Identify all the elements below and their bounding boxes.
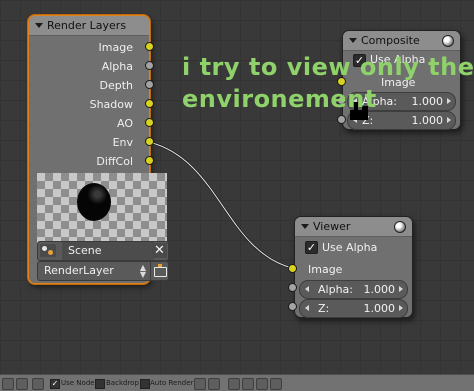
- increment-arrow-icon[interactable]: [399, 286, 403, 292]
- output-label-alpha: Alpha: [101, 60, 133, 73]
- socket-viewer-z-input[interactable]: [288, 302, 297, 311]
- socket-diffcol-output[interactable]: [145, 156, 154, 165]
- render-layers-node[interactable]: Render Layers Image Alpha Depth Shadow A…: [28, 15, 169, 284]
- node-title: Viewer: [313, 220, 351, 233]
- node-title: Composite: [361, 34, 420, 47]
- increment-arrow-icon[interactable]: [447, 117, 451, 123]
- collapse-triangle-icon[interactable]: [35, 23, 43, 28]
- viewer-node[interactable]: Viewer ✓ Use Alpha Image Alpha: 1.000 Z:…: [294, 216, 413, 318]
- output-label-diffcol: DiffCol: [96, 155, 133, 168]
- env-to-viewer-image-link: [148, 140, 293, 270]
- auto-render-label: Auto Render: [150, 379, 194, 387]
- socket-alpha-output[interactable]: [145, 61, 154, 70]
- socket-image-output[interactable]: [145, 42, 154, 51]
- scene-selector[interactable]: Scene ✕: [37, 241, 169, 261]
- increment-arrow-icon[interactable]: [399, 305, 403, 311]
- use-alpha-label: Use Alpha: [322, 241, 378, 254]
- z-label: Z:: [318, 302, 330, 315]
- editor-type-icon[interactable]: [2, 378, 14, 390]
- socket-env-output[interactable]: [145, 137, 154, 146]
- alpha-field[interactable]: Alpha: 1.000: [299, 280, 408, 299]
- output-label-image: Image: [98, 41, 133, 54]
- z-field[interactable]: Z: 1.000: [299, 299, 408, 318]
- scene-name[interactable]: Scene: [62, 242, 154, 260]
- alpha-value: 1.000: [411, 95, 444, 108]
- node-editor-footer: ✓ Use Nodes Backdrop Auto Render: [0, 374, 474, 391]
- output-label-ao: AO: [117, 117, 133, 130]
- backdrop-label: Backdrop: [106, 379, 139, 387]
- z-value: 1.000: [411, 114, 444, 127]
- paste-icon[interactable]: [242, 378, 254, 390]
- decrement-arrow-icon[interactable]: [305, 286, 309, 292]
- close-icon[interactable]: ✕: [152, 243, 167, 258]
- node-title: Render Layers: [47, 19, 127, 32]
- output-label-env: Env: [112, 136, 133, 149]
- zoom-in-icon[interactable]: [256, 378, 268, 390]
- use-nodes-checkbox[interactable]: ✓: [50, 379, 60, 389]
- node-preview-sphere-icon[interactable]: [442, 35, 454, 47]
- copy-icon[interactable]: [228, 378, 240, 390]
- render-camera-icon[interactable]: [150, 261, 169, 281]
- snap-mode-icon[interactable]: [208, 378, 220, 390]
- render-layer-name: RenderLayer: [44, 264, 114, 277]
- node-header[interactable]: Render Layers: [29, 16, 149, 36]
- z-value: 1.000: [363, 302, 396, 315]
- up-down-arrows-icon[interactable]: ▲ ▼: [140, 264, 146, 279]
- use-alpha-checkbox[interactable]: ✓: [305, 241, 318, 254]
- auto-render-checkbox[interactable]: [140, 379, 150, 389]
- socket-ao-output[interactable]: [145, 118, 154, 127]
- node-tree-type-icon[interactable]: [32, 378, 44, 390]
- alpha-label: Alpha:: [318, 283, 353, 296]
- backdrop-checkbox[interactable]: [95, 379, 105, 389]
- snap-icon[interactable]: [194, 378, 206, 390]
- node-header[interactable]: Composite: [343, 31, 460, 51]
- output-label-shadow: Shadow: [89, 98, 133, 111]
- collapse-triangle-icon[interactable]: [301, 224, 309, 229]
- socket-shadow-output[interactable]: [145, 99, 154, 108]
- node-header[interactable]: Viewer: [295, 217, 412, 237]
- alpha-value: 1.000: [363, 283, 396, 296]
- collapse-triangle-icon[interactable]: [349, 38, 357, 43]
- view-menu-icon[interactable]: [16, 378, 28, 390]
- socket-viewer-alpha-input[interactable]: [288, 283, 297, 292]
- socket-composite-z-input[interactable]: [337, 115, 346, 124]
- scene-icon[interactable]: [40, 244, 56, 257]
- use-nodes-label: Use Nodes: [61, 379, 99, 387]
- socket-depth-output[interactable]: [145, 80, 154, 89]
- caption-line-2: environement: [182, 85, 377, 113]
- input-label-image: Image: [308, 263, 343, 276]
- output-label-depth: Depth: [99, 79, 133, 92]
- socket-viewer-image-input[interactable]: [288, 264, 297, 273]
- preview-sphere: [77, 183, 111, 221]
- decrement-arrow-icon[interactable]: [305, 305, 309, 311]
- zoom-out-icon[interactable]: [270, 378, 282, 390]
- render-layer-selector[interactable]: RenderLayer ▲ ▼: [37, 261, 151, 281]
- node-preview-sphere-icon[interactable]: [394, 221, 406, 233]
- caption-line-1: i try to view only the: [182, 53, 474, 81]
- increment-arrow-icon[interactable]: [447, 98, 451, 104]
- render-preview-image: [37, 173, 167, 249]
